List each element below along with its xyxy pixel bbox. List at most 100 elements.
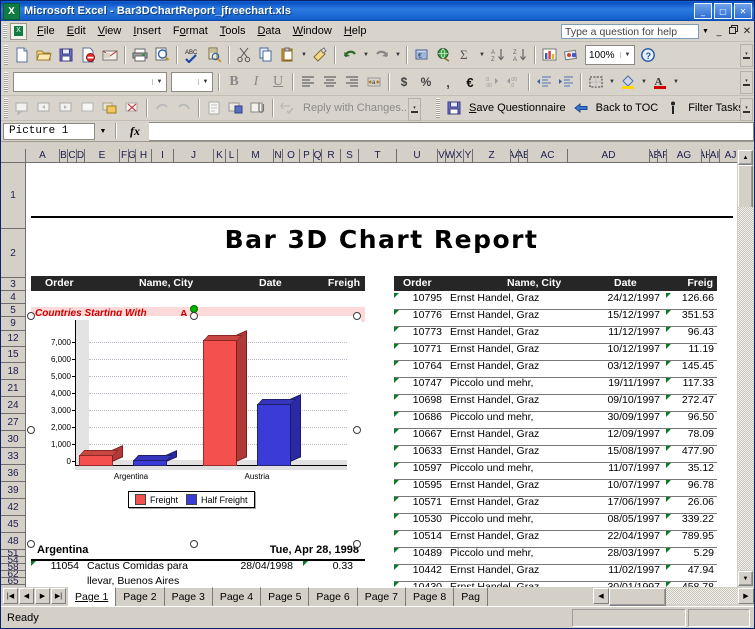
vertical-scroll-track[interactable] — [738, 207, 753, 570]
row-header-58[interactable]: 58 — [1, 564, 26, 571]
doc-close-button[interactable]: ✕ — [740, 26, 754, 37]
scroll-left-button[interactable]: ◀ — [593, 588, 609, 604]
column-header-i[interactable]: I — [152, 149, 174, 163]
email-icon[interactable] — [99, 44, 121, 66]
bar-3d-chart-picture[interactable]: 7,000 6,000 5,000 4,000 3,000 2,000 1,00… — [27, 305, 361, 548]
autosum-chevron-icon[interactable]: ▼ — [477, 44, 487, 66]
standard-toolbar-grip[interactable] — [4, 45, 8, 65]
table-row[interactable]: 10795 Ernst Handel, Graz 24/12/1997 126.66 — [394, 292, 717, 310]
horizontal-scrollbar[interactable]: ◀ ▶ — [593, 587, 754, 606]
back-to-toc-icon[interactable] — [570, 97, 592, 119]
column-header-o[interactable]: O — [283, 149, 300, 163]
sheet-tab-page-5[interactable]: Page 5 — [261, 587, 310, 606]
font-color-icon[interactable]: A — [649, 71, 671, 93]
row-header-30[interactable]: 30 — [1, 431, 26, 448]
open-icon[interactable] — [33, 44, 55, 66]
table-row[interactable]: 10771 Ernst Handel, Graz 10/12/1997 11.19 — [394, 343, 717, 361]
menu-edit[interactable]: Edit — [61, 23, 92, 39]
euro-icon[interactable]: € — [459, 71, 481, 93]
font-color-chevron-icon[interactable]: ▼ — [671, 71, 681, 93]
row-header-1[interactable]: 1 — [1, 163, 26, 229]
reviewing-toolbar-options-button[interactable]: ▾ — [408, 98, 421, 121]
menu-view[interactable]: View — [92, 23, 128, 39]
row-header-12[interactable]: 12 — [1, 331, 26, 347]
sheet-tab-page-7[interactable]: Page 7 — [357, 587, 406, 606]
save-icon[interactable] — [55, 44, 77, 66]
insert-web-icon[interactable] — [433, 44, 455, 66]
custom-toolbar-options-button[interactable]: ▾ — [740, 98, 753, 121]
column-header-h[interactable]: H — [136, 149, 152, 163]
research-icon[interactable] — [203, 44, 225, 66]
next-sheet-icon[interactable]: ▶ — [35, 588, 50, 604]
column-header-w[interactable]: W — [446, 149, 455, 163]
filter-tasks-label[interactable]: Filter Tasks — [684, 102, 747, 114]
permission-icon[interactable] — [77, 44, 99, 66]
table-row[interactable]: 10442 Ernst Handel, Graz 11/02/1997 47.94 — [394, 564, 717, 582]
align-right-icon[interactable] — [341, 71, 363, 93]
new-icon[interactable] — [11, 44, 33, 66]
table-row[interactable]: 11054 Cactus Comidas para llevar, Buenos A… — [31, 560, 365, 587]
resize-handle-s[interactable] — [190, 540, 198, 548]
filter-tasks-icon[interactable] — [662, 97, 684, 119]
vertical-scroll-thumb[interactable] — [738, 165, 753, 209]
name-box-chevron-icon[interactable]: ▼ — [95, 123, 111, 140]
column-header-m[interactable]: M — [238, 149, 274, 163]
row-header-48[interactable]: 48 — [1, 533, 26, 550]
vertical-scrollbar[interactable]: ▲ ▼ — [737, 149, 754, 587]
menu-data[interactable]: Data — [251, 23, 286, 39]
decrease-indent-icon[interactable] — [533, 71, 555, 93]
name-box[interactable]: Picture 1 — [3, 122, 95, 140]
menu-format[interactable]: Format — [167, 23, 214, 39]
row-header-3[interactable]: 3 — [1, 278, 26, 291]
help-icon[interactable]: ? — [637, 44, 659, 66]
worksheet-canvas[interactable]: Bar 3D Chart Report Order Name, City Dat… — [26, 163, 737, 587]
table-row[interactable]: 10530 Piccolo und mehr, 08/05/1997 339.22 — [394, 513, 717, 531]
menu-help[interactable]: Help — [338, 23, 373, 39]
select-all-button[interactable] — [1, 149, 26, 163]
column-header-g[interactable]: G — [129, 149, 136, 163]
table-row[interactable]: 10667 Ernst Handel, Graz 12/09/1997 78.09 — [394, 428, 717, 446]
format-painter-icon[interactable] — [309, 44, 331, 66]
undo-icon[interactable] — [339, 44, 361, 66]
minimize-button[interactable]: _ — [694, 3, 712, 19]
custom-toolbar-grip[interactable] — [436, 98, 440, 118]
column-header-x[interactable]: X — [455, 149, 464, 163]
merge-and-center-icon[interactable]: a — [363, 71, 385, 93]
row-header-54[interactable]: 54 — [1, 557, 26, 564]
sheet-tab-page-3[interactable]: Page 3 — [164, 587, 213, 606]
increase-decimal-icon[interactable]: .0.00 — [481, 71, 503, 93]
first-sheet-icon[interactable]: |◀ — [3, 588, 18, 604]
column-header-aj[interactable]: AJ — [720, 149, 737, 163]
font-size-combo[interactable]: ▼ — [171, 72, 213, 92]
sort-descending-icon[interactable]: ZA — [509, 44, 531, 66]
column-header-r[interactable]: R — [322, 149, 341, 163]
row-header-65[interactable]: 65 — [1, 578, 26, 585]
reject-change-icon[interactable] — [173, 97, 195, 119]
table-row[interactable]: 10698 Ernst Handel, Graz 09/10/1997 272.47 — [394, 394, 717, 412]
sheet-tab-page-6[interactable]: Page 6 — [309, 587, 358, 606]
last-sheet-icon[interactable]: ▶| — [51, 588, 66, 604]
column-header-ag[interactable]: AG — [667, 149, 702, 163]
align-left-icon[interactable] — [297, 71, 319, 93]
scroll-right-button[interactable]: ▶ — [738, 588, 754, 604]
column-header-y[interactable]: Y — [464, 149, 473, 163]
reply-with-changes-label[interactable]: Reply with Changes... — [299, 102, 414, 114]
table-row[interactable]: 10773 Ernst Handel, Graz 11/12/1997 96.43 — [394, 326, 717, 344]
print-preview-icon[interactable] — [151, 44, 173, 66]
row-header-42[interactable]: 42 — [1, 499, 26, 516]
comma-style-icon[interactable]: , — [437, 71, 459, 93]
cut-icon[interactable] — [233, 44, 255, 66]
column-header-f[interactable]: F — [120, 149, 129, 163]
column-header-ah[interactable]: AH — [702, 149, 710, 163]
column-header-q[interactable]: Q — [314, 149, 322, 163]
fill-color-icon[interactable] — [617, 71, 639, 93]
percent-icon[interactable]: % — [415, 71, 437, 93]
column-header-ac[interactable]: AC — [528, 149, 568, 163]
table-row[interactable]: 10776 Ernst Handel, Graz 15/12/1997 351.53 — [394, 309, 717, 327]
bold-icon[interactable]: B — [223, 71, 245, 93]
doc-restore-button[interactable] — [726, 25, 740, 37]
formula-input[interactable] — [149, 121, 754, 141]
column-header-j[interactable]: J — [174, 149, 214, 163]
menu-insert[interactable]: Insert — [127, 23, 167, 39]
doc-minimize-button[interactable]: _ — [712, 26, 726, 37]
